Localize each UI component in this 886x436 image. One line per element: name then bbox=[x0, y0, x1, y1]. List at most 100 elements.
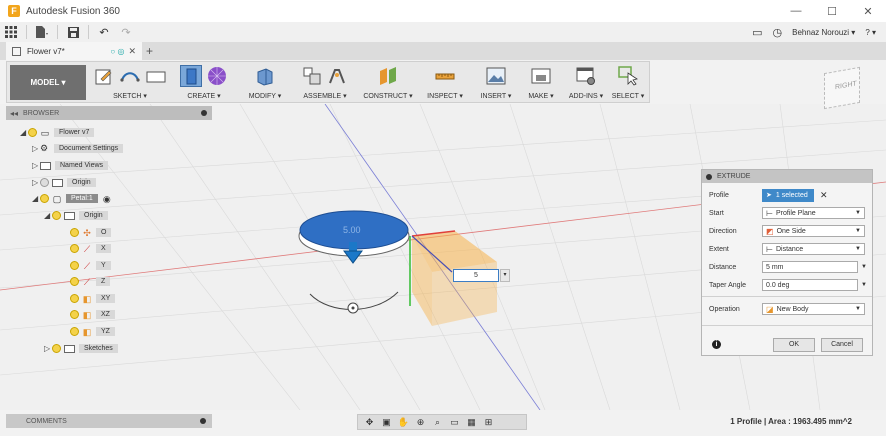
tree-item-component-petal[interactable]: ◢ ▢ Petal:1 ◉ bbox=[32, 192, 116, 205]
tree-item-named-views[interactable]: ▷ Named Views bbox=[32, 159, 109, 172]
grid-snaps-icon[interactable]: ▦ bbox=[464, 416, 479, 428]
cancel-button[interactable]: Cancel bbox=[821, 338, 863, 352]
ribbon-group-select[interactable]: SELECT ▾ bbox=[607, 62, 649, 102]
ribbon-group-create[interactable]: CREATE ▾ bbox=[173, 62, 235, 102]
help-menu[interactable]: ? ▾ bbox=[865, 28, 876, 37]
data-panel-grid-icon[interactable] bbox=[0, 22, 22, 42]
distance-chevron-down-icon[interactable]: ▼ bbox=[861, 264, 867, 270]
joint-icon[interactable] bbox=[327, 65, 349, 87]
distance-input-dropdown[interactable]: ▾ bbox=[500, 269, 510, 282]
comments-add-icon[interactable] bbox=[200, 418, 206, 424]
visibility-bulb-icon[interactable] bbox=[40, 194, 49, 203]
notifications-icon[interactable]: ▭ bbox=[752, 26, 762, 39]
document-tab-close-icon[interactable]: ✕ bbox=[128, 46, 136, 57]
press-pull-icon[interactable] bbox=[254, 65, 276, 87]
measure-icon[interactable] bbox=[434, 65, 456, 87]
tree-item-sketches[interactable]: ▷ Sketches bbox=[44, 342, 118, 355]
ribbon-group-add-ins[interactable]: ADD-INS ▾ bbox=[563, 62, 609, 102]
expand-triangle-icon[interactable]: ▷ bbox=[44, 344, 52, 353]
ribbon-group-inspect[interactable]: INSPECT ▾ bbox=[419, 62, 471, 102]
tree-item-petal-origin[interactable]: ◢ Origin bbox=[44, 209, 108, 222]
insert-image-icon[interactable] bbox=[485, 65, 507, 87]
extent-select[interactable]: ⊢ Distance ▼ bbox=[762, 243, 865, 255]
taper-angle-input[interactable]: 0.0 deg bbox=[762, 279, 858, 291]
browser-pin-icon[interactable] bbox=[201, 110, 207, 116]
collapse-browser-icon[interactable]: ◂◂ bbox=[10, 109, 18, 118]
visibility-bulb-icon[interactable] bbox=[52, 344, 61, 353]
view-cube[interactable]: RIGHT bbox=[824, 66, 860, 110]
offset-plane-icon[interactable] bbox=[377, 65, 399, 87]
form-sphere-icon[interactable] bbox=[206, 65, 228, 87]
select-cursor-icon[interactable] bbox=[617, 65, 639, 87]
3d-print-icon[interactable] bbox=[530, 65, 552, 87]
extrude-icon[interactable] bbox=[180, 65, 202, 87]
display-settings-icon[interactable]: ▭ bbox=[447, 416, 462, 428]
ribbon-group-assemble[interactable]: ASSEMBLE ▾ bbox=[294, 62, 356, 102]
profile-selection-button[interactable]: ➤ 1 selected bbox=[762, 188, 814, 202]
tree-item-xy-plane[interactable]: ◧ XY bbox=[70, 292, 116, 305]
visibility-bulb-icon[interactable] bbox=[28, 128, 37, 137]
maximize-button[interactable]: ☐ bbox=[814, 0, 850, 22]
document-tab[interactable]: Flower v7* ○ ◎ ✕ bbox=[6, 42, 142, 60]
visibility-bulb-icon[interactable] bbox=[70, 277, 79, 286]
pan-hand-icon[interactable]: ✋ bbox=[396, 416, 411, 428]
ribbon-group-sketch[interactable]: SKETCH ▾ bbox=[89, 62, 171, 102]
ribbon-group-modify[interactable]: MODIFY ▾ bbox=[239, 62, 291, 102]
close-button[interactable]: ✕ bbox=[850, 0, 886, 22]
info-icon[interactable]: i bbox=[712, 340, 721, 349]
expand-triangle-icon[interactable]: ▷ bbox=[32, 178, 40, 187]
new-component-icon[interactable] bbox=[301, 65, 323, 87]
file-menu-icon[interactable] bbox=[31, 22, 53, 42]
rectangle-sketch-icon[interactable] bbox=[145, 65, 167, 87]
extrude-dialog-header[interactable]: EXTRUDE bbox=[702, 170, 872, 183]
tree-item-document-settings[interactable]: ▷ ⚙ Document Settings bbox=[32, 142, 124, 155]
distance-manipulator-input[interactable]: 5 bbox=[453, 269, 499, 282]
browser-header[interactable]: ◂◂ BROWSER bbox=[6, 106, 212, 120]
tree-item-origin-point[interactable]: ✣ O bbox=[70, 226, 112, 239]
visibility-bulb-icon[interactable] bbox=[70, 261, 79, 270]
zoom-icon[interactable]: ⊕ bbox=[413, 416, 428, 428]
visibility-bulb-icon[interactable] bbox=[70, 294, 79, 303]
orbit-icon[interactable]: ✥ bbox=[362, 416, 377, 428]
operation-select[interactable]: ◪ New Body ▼ bbox=[762, 303, 865, 315]
start-select[interactable]: ⊢ Profile Plane ▼ bbox=[762, 207, 865, 219]
tree-item-y-axis[interactable]: ⟋ Y bbox=[70, 259, 111, 272]
visibility-bulb-icon[interactable] bbox=[70, 228, 79, 237]
arc-sketch-icon[interactable] bbox=[119, 65, 141, 87]
ok-button[interactable]: OK bbox=[773, 338, 815, 352]
user-account-menu[interactable]: Behnaz Norouzi ▾ bbox=[792, 28, 855, 37]
visibility-bulb-icon[interactable] bbox=[70, 310, 79, 319]
tree-item-z-axis[interactable]: ⟋ Z bbox=[70, 275, 111, 288]
workspace-switcher[interactable]: MODEL ▾ bbox=[10, 65, 86, 100]
expand-triangle-icon[interactable]: ◢ bbox=[20, 128, 28, 137]
activate-radio-icon[interactable]: ◉ bbox=[102, 194, 112, 204]
tree-item-origin[interactable]: ▷ Origin bbox=[32, 176, 96, 189]
minimize-button[interactable]: — bbox=[778, 0, 814, 22]
undo-icon[interactable]: ↶ bbox=[93, 22, 115, 42]
clear-selection-icon[interactable]: ✕ bbox=[820, 190, 828, 201]
visibility-bulb-icon[interactable] bbox=[40, 178, 49, 187]
expand-triangle-icon[interactable]: ◢ bbox=[32, 194, 40, 203]
job-status-clock-icon[interactable]: ◷ bbox=[773, 26, 783, 39]
fit-zoom-window-icon[interactable]: ⌕ bbox=[430, 416, 445, 428]
taper-chevron-down-icon[interactable]: ▼ bbox=[861, 282, 867, 288]
redo-icon[interactable]: ↷ bbox=[115, 22, 137, 42]
visibility-bulb-icon[interactable] bbox=[70, 327, 79, 336]
tree-item-root[interactable]: ◢ ▭ Flower v7 bbox=[20, 126, 95, 139]
ribbon-group-construct[interactable]: CONSTRUCT ▾ bbox=[359, 62, 417, 102]
comments-panel-header[interactable]: COMMENTS bbox=[6, 414, 212, 428]
tree-item-xz-plane[interactable]: ◧ XZ bbox=[70, 308, 115, 321]
create-sketch-icon[interactable] bbox=[93, 65, 115, 87]
expand-triangle-icon[interactable]: ▷ bbox=[32, 161, 40, 170]
look-at-icon[interactable]: ▣ bbox=[379, 416, 394, 428]
save-icon[interactable] bbox=[62, 22, 84, 42]
viewports-icon[interactable]: ⊞ bbox=[481, 416, 496, 428]
ribbon-group-make[interactable]: MAKE ▾ bbox=[519, 62, 563, 102]
scripts-add-ins-icon[interactable] bbox=[575, 65, 597, 87]
expand-triangle-icon[interactable]: ◢ bbox=[44, 211, 52, 220]
tree-item-x-axis[interactable]: ⟋ X bbox=[70, 242, 111, 255]
ribbon-group-insert[interactable]: INSERT ▾ bbox=[473, 62, 519, 102]
visibility-bulb-icon[interactable] bbox=[52, 211, 61, 220]
direction-select[interactable]: ◩ One Side ▼ bbox=[762, 225, 865, 237]
tree-item-yz-plane[interactable]: ◧ YZ bbox=[70, 325, 115, 338]
